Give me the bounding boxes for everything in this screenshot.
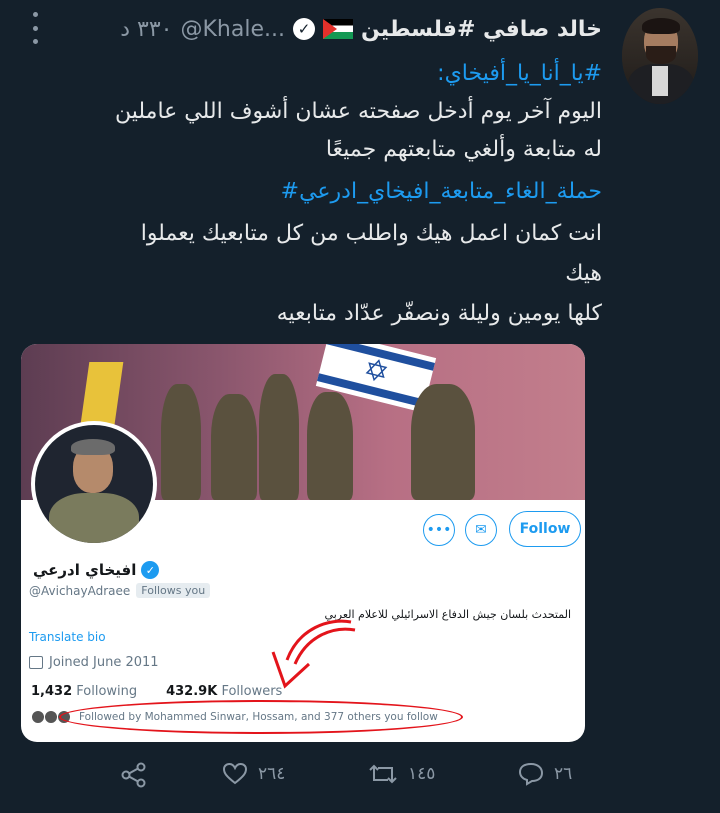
joined-date: Joined June 2011 bbox=[29, 655, 159, 670]
hashtag[interactable]: حملة_الغاء_متابعة_افيخاي_ادرعي# bbox=[281, 179, 602, 204]
joined-text: Joined June 2011 bbox=[49, 655, 159, 670]
tweet-text-line: كلها يومين وليلة ونصفّر عدّاد متابعيه bbox=[276, 301, 602, 326]
like-button[interactable]: ٢٦٤ bbox=[222, 762, 285, 786]
retweet-icon bbox=[369, 764, 397, 784]
tweet-text-line: له متابعة وألغي متابعتهم جميعًا bbox=[325, 137, 602, 162]
tweet-header: خالد صافي #فلسطين ✓ @Khale... ٣٣٠ د bbox=[120, 14, 602, 44]
profile-handle-row: @AvichayAdraee Follows you bbox=[29, 583, 211, 598]
follow-button: Follow bbox=[509, 511, 581, 547]
profile-bio: المتحدث بلسان جيش الدفاع الاسرائيلي للاع… bbox=[324, 608, 571, 621]
more-options-icon: ••• bbox=[423, 514, 455, 546]
author-name[interactable]: خالد صافي #فلسطين bbox=[361, 17, 602, 42]
reply-icon bbox=[518, 762, 544, 786]
share-button[interactable] bbox=[120, 762, 148, 788]
hashtag[interactable]: #يا_أنا_يا_أفيخاي: bbox=[437, 61, 602, 86]
follow-counts: 1,432 Following 432.9K Followers bbox=[31, 684, 282, 699]
retweet-count: ١٤٥ bbox=[408, 764, 436, 784]
red-arrow-annotation bbox=[271, 619, 356, 689]
mini-avatar bbox=[44, 710, 58, 724]
like-count: ٢٦٤ bbox=[258, 764, 286, 784]
tweet-text-line: اليوم آخر يوم أدخل صفحته عشان أشوف اللي … bbox=[114, 99, 602, 124]
translate-bio-link: Translate bio bbox=[29, 630, 106, 644]
tweet-text-line: انت كمان اعمل هيك واطلب من كل متابعيك يع… bbox=[140, 221, 602, 246]
attached-image[interactable]: ✡ ••• ✉ Follow افيخاي ادرعي ✓ @AvichayAd… bbox=[21, 344, 585, 742]
author-handle[interactable]: @Khale... bbox=[181, 17, 285, 42]
verified-icon: ✓ bbox=[292, 18, 315, 40]
profile-handle: @AvichayAdraee bbox=[29, 583, 131, 598]
like-icon bbox=[222, 762, 248, 785]
tweet-text-line: #يا_أنا_يا_أفيخاي: bbox=[12, 54, 602, 94]
reply-count: ٢٦ bbox=[554, 764, 573, 784]
author-avatar[interactable] bbox=[622, 8, 698, 104]
share-icon bbox=[121, 762, 146, 788]
tweet-actions: ٢٦ ١٤٥ ٢٦٤ bbox=[0, 762, 720, 792]
calendar-icon bbox=[29, 656, 43, 669]
tweet[interactable]: خالد صافي #فلسطين ✓ @Khale... ٣٣٠ د #يا_… bbox=[0, 0, 720, 813]
mini-avatar bbox=[31, 710, 45, 724]
following-count: 1,432 bbox=[31, 684, 73, 699]
tweet-time: ٣٣٠ د bbox=[120, 16, 173, 42]
following-label: Following bbox=[76, 684, 138, 699]
reply-button[interactable]: ٢٦ bbox=[518, 762, 572, 786]
message-icon: ✉ bbox=[465, 514, 497, 546]
tweet-text-line: هيك bbox=[565, 261, 602, 286]
red-circle-annotation bbox=[59, 700, 463, 734]
followers-count: 432.9K bbox=[166, 684, 218, 699]
more-icon[interactable] bbox=[30, 12, 40, 44]
profile-name: افيخاي ادرعي bbox=[33, 561, 137, 579]
profile-avatar bbox=[31, 421, 157, 547]
profile-name-row: افيخاي ادرعي ✓ bbox=[33, 561, 160, 579]
retweet-button[interactable]: ١٤٥ bbox=[368, 762, 435, 786]
tweet-text-line: حملة_الغاء_متابعة_افيخاي_ادرعي# bbox=[12, 172, 602, 212]
verified-icon: ✓ bbox=[141, 561, 160, 579]
follows-you-badge: Follows you bbox=[136, 583, 211, 598]
palestine-flag-icon bbox=[322, 19, 353, 39]
